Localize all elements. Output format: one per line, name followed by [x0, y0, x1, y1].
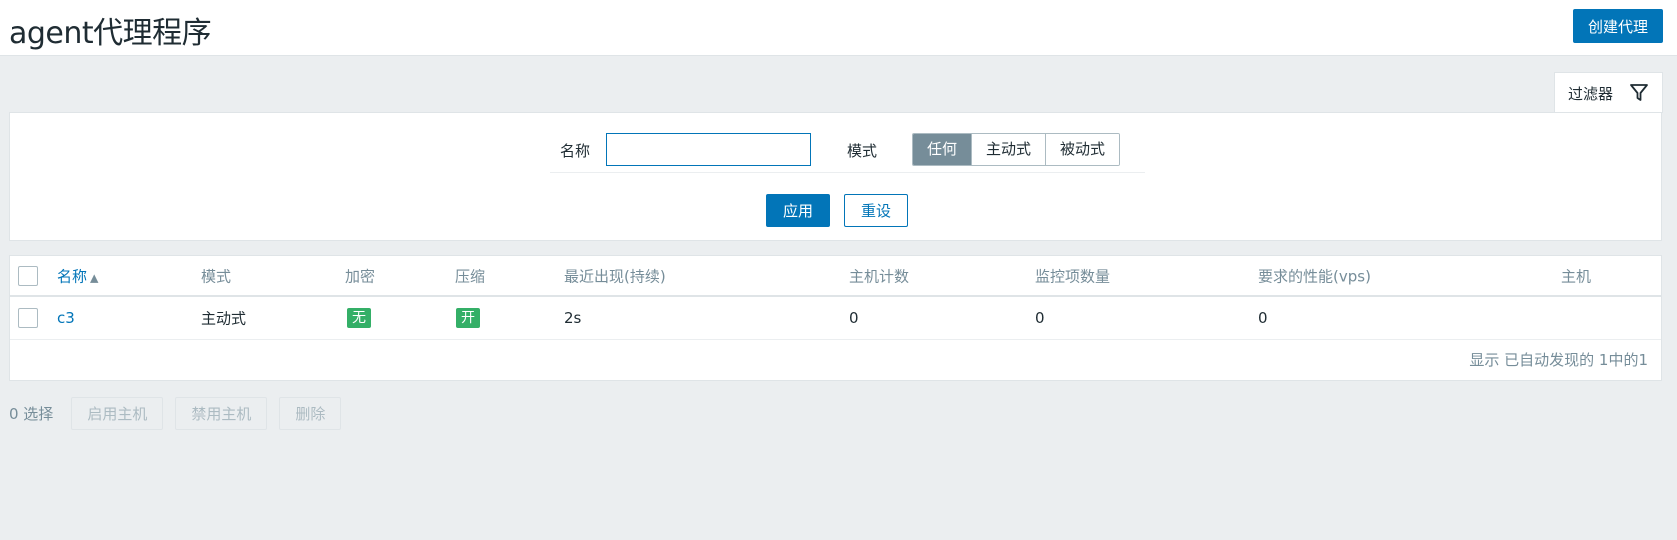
column-header-hosts: 主机: [1561, 267, 1592, 285]
apply-button[interactable]: 应用: [766, 194, 830, 227]
create-proxy-button[interactable]: 创建代理: [1572, 9, 1663, 43]
mode-option-active[interactable]: 主动式: [972, 134, 1047, 165]
column-header-encryption: 加密: [345, 267, 376, 285]
encryption-badge: 无: [347, 308, 371, 328]
last-seen-value: 2s: [564, 309, 582, 327]
item-count-value: 0: [1035, 309, 1045, 327]
filter-icon: [1629, 83, 1649, 103]
mode-segmented-control: 任何 主动式 被动式: [912, 133, 1121, 166]
reset-button[interactable]: 重设: [844, 194, 908, 227]
mode-option-any[interactable]: 任何: [913, 134, 973, 165]
mode-option-passive[interactable]: 被动式: [1046, 134, 1120, 165]
column-header-last-seen: 最近出现(持续): [564, 267, 666, 285]
host-count-value: 0: [849, 309, 859, 327]
name-filter-input[interactable]: [606, 133, 811, 166]
column-header-required-vps: 要求的性能(vps): [1258, 267, 1371, 285]
filter-panel: 名称 模式 任何 主动式 被动式 应用 重设: [9, 112, 1662, 241]
delete-button[interactable]: 删除: [279, 397, 342, 430]
required-vps-value: 0: [1258, 309, 1268, 327]
column-header-item-count: 监控项数量: [1035, 267, 1111, 285]
disable-hosts-button[interactable]: 禁用主机: [175, 397, 268, 430]
sort-ascending-icon: ▲: [90, 271, 99, 284]
page-header: agent代理程序 创建代理: [0, 0, 1677, 56]
compression-badge: 开: [456, 308, 480, 328]
column-header-name[interactable]: 名称 ▲: [57, 265, 98, 286]
proxy-mode: 主动式: [201, 309, 247, 328]
selected-count: 0 选择: [9, 405, 54, 423]
column-header-mode: 模式: [201, 267, 232, 285]
filter-row: 名称 模式 任何 主动式 被动式: [550, 133, 1145, 173]
row-checkbox[interactable]: [18, 308, 38, 328]
table-row: c3 主动式 无 开 2s 0 0 0: [10, 297, 1661, 340]
proxy-table: 名称 ▲ 模式 加密 压缩 最近出现(持续) 主机计数 监控项数量 要求的性能(v…: [9, 255, 1662, 381]
page-title: agent代理程序: [9, 16, 212, 51]
mode-filter-label: 模式: [847, 142, 878, 160]
column-header-host-count: 主机计数: [849, 267, 910, 285]
column-header-compression: 压缩: [455, 267, 486, 285]
filter-tab-label: 过滤器: [1567, 84, 1613, 103]
proxy-name-link[interactable]: c3: [57, 309, 75, 327]
select-all-checkbox[interactable]: [18, 265, 38, 286]
filter-tab[interactable]: 过滤器: [1554, 72, 1663, 113]
enable-hosts-button[interactable]: 启用主机: [71, 397, 164, 430]
name-filter-label: 名称: [560, 142, 591, 160]
paging-summary: 显示 已自动发现的 1中的1: [1469, 351, 1648, 369]
action-bar: 0 选择 启用主机 禁用主机 删除: [9, 397, 342, 430]
table-header: 名称 ▲ 模式 加密 压缩 最近出现(持续) 主机计数 监控项数量 要求的性能(v…: [10, 256, 1661, 297]
